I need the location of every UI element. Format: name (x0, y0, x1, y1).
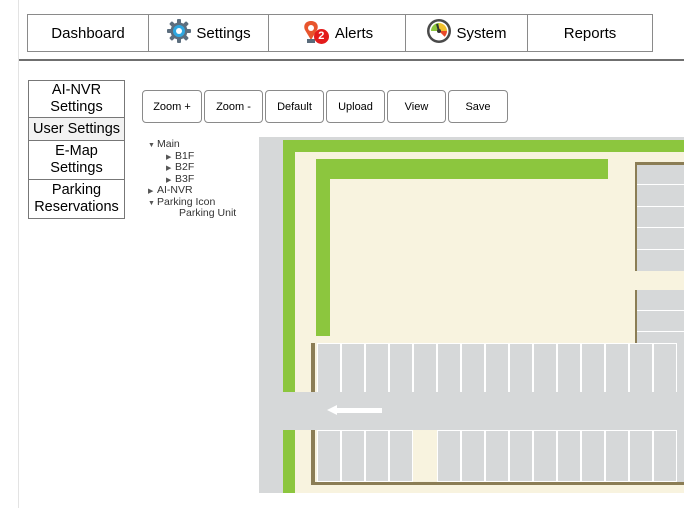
parking-bay[interactable] (389, 430, 413, 482)
settings-menu: AI-NVR Settings User Settings E-Map Sett… (28, 80, 125, 219)
tab-settings-label: Settings (196, 24, 251, 42)
upper-row-edge (311, 343, 315, 393)
tab-alerts[interactable]: 2 Alerts (268, 14, 406, 52)
parking-bay[interactable] (629, 343, 653, 393)
parking-bay[interactable] (557, 430, 581, 482)
tab-reports-label: Reports (563, 24, 617, 42)
page-left-divider (18, 0, 19, 508)
tab-system[interactable]: System (405, 14, 528, 52)
save-button[interactable]: Save (448, 90, 508, 123)
zoom-out-label: Zoom - (216, 100, 251, 113)
parking-bay[interactable] (413, 343, 437, 393)
map-tree: ▼ Main ▶ B1F ▶ B2F ▶ B3F ▶ AI-NVR ▼ Parking Ic… (148, 138, 237, 220)
parking-bay[interactable] (581, 430, 605, 482)
gear-icon (166, 18, 192, 48)
parking-bay[interactable] (629, 430, 653, 482)
menu-parking-reservations-label: Parking Reservations (34, 182, 119, 215)
parking-bay[interactable] (437, 430, 461, 482)
lower-parking-row (317, 430, 684, 482)
parking-bay[interactable] (317, 430, 341, 482)
upper-parking-row (317, 343, 684, 393)
tree-node-parking-unit[interactable]: Parking Unit (148, 207, 237, 220)
default-label: Default (277, 100, 312, 113)
green-wall-top (283, 140, 684, 152)
caret-down-icon: ▼ (148, 142, 155, 149)
green-wall-left-lower (283, 430, 295, 493)
parking-bay[interactable] (653, 343, 677, 393)
green-wall-left (283, 140, 295, 392)
menu-user-settings-label: User Settings (32, 120, 121, 137)
nav-separator (19, 59, 684, 61)
parking-bay[interactable] (437, 343, 461, 393)
menu-parking-reservations[interactable]: Parking Reservations (28, 179, 125, 219)
menu-ai-nvr-settings[interactable]: AI-NVR Settings (28, 80, 125, 118)
gauge-icon (426, 18, 452, 48)
map-toolbar: Zoom + Zoom - Default Upload View Save (142, 90, 510, 123)
tree-parking-icon-label: Parking Icon (157, 195, 216, 208)
parking-bay[interactable] (605, 430, 629, 482)
tree-main-label: Main (157, 138, 180, 150)
tree-ai-nvr-label: AI-NVR (157, 184, 193, 196)
upload-button[interactable]: Upload (326, 90, 385, 123)
tab-reports[interactable]: Reports (527, 14, 653, 52)
alert-count-badge: 2 (313, 29, 329, 44)
default-button[interactable]: Default (265, 90, 324, 123)
green-inner-left (316, 159, 330, 336)
save-label: Save (465, 100, 491, 113)
parking-bay[interactable] (365, 343, 389, 393)
right-bays-upper (635, 162, 684, 271)
parking-bay[interactable] (605, 343, 629, 393)
e-map-canvas[interactable] (259, 137, 684, 493)
zoom-in-label: Zoom + (153, 100, 191, 113)
parking-bay[interactable] (557, 343, 581, 393)
parking-bay[interactable] (509, 343, 533, 393)
tab-dashboard-label: Dashboard (51, 24, 125, 42)
direction-arrow-shaft (337, 408, 382, 413)
lower-row-bottom-edge (311, 482, 684, 485)
tab-settings[interactable]: Settings (148, 14, 269, 52)
top-navigation: Dashboard Settings 2 Alerts System Repor… (27, 14, 653, 52)
lower-row-edge (311, 430, 315, 485)
tab-system-label: System (456, 24, 507, 42)
menu-e-map-settings[interactable]: E-Map Settings (28, 140, 125, 180)
parking-bay[interactable] (485, 343, 509, 393)
tree-parking-unit-label: Parking Unit (179, 207, 237, 219)
parking-bay[interactable] (581, 343, 605, 393)
tree-b2f-label: B2F (175, 161, 195, 173)
tab-alerts-label: Alerts (334, 24, 374, 42)
tab-dashboard[interactable]: Dashboard (27, 14, 149, 52)
view-label: View (404, 100, 429, 113)
parking-bay[interactable] (341, 343, 365, 393)
parking-bay[interactable] (461, 430, 485, 482)
alert-pin-icon: 2 (301, 20, 331, 46)
upload-label: Upload (338, 100, 373, 113)
green-inner-top (316, 159, 608, 179)
parking-bay[interactable] (389, 343, 413, 393)
driving-lane (259, 392, 684, 430)
caret-right-icon: ▶ (148, 188, 154, 195)
parking-bay[interactable] (533, 430, 557, 482)
zoom-in-button[interactable]: Zoom + (142, 90, 202, 123)
menu-e-map-settings-label: E-Map Settings (50, 143, 103, 176)
parking-bay[interactable] (365, 430, 389, 482)
menu-user-settings[interactable]: User Settings (28, 117, 125, 141)
parking-bay[interactable] (461, 343, 485, 393)
view-button[interactable]: View (387, 90, 446, 123)
menu-ai-nvr-settings-label: AI-NVR Settings (50, 82, 103, 115)
parking-bay[interactable] (509, 430, 533, 482)
direction-arrow-icon (327, 405, 337, 415)
caret-down-icon: ▼ (148, 199, 155, 207)
parking-bay[interactable] (485, 430, 509, 482)
parking-bay[interactable] (533, 343, 557, 393)
tree-b3f-label: B3F (175, 172, 195, 185)
walkway-gap (413, 430, 437, 482)
parking-bay[interactable] (653, 430, 677, 482)
parking-bay[interactable] (317, 343, 341, 393)
caret-right-icon: ▶ (166, 165, 172, 172)
zoom-out-button[interactable]: Zoom - (204, 90, 263, 123)
tree-b1f-label: B1F (175, 149, 195, 162)
parking-bay[interactable] (341, 430, 365, 482)
